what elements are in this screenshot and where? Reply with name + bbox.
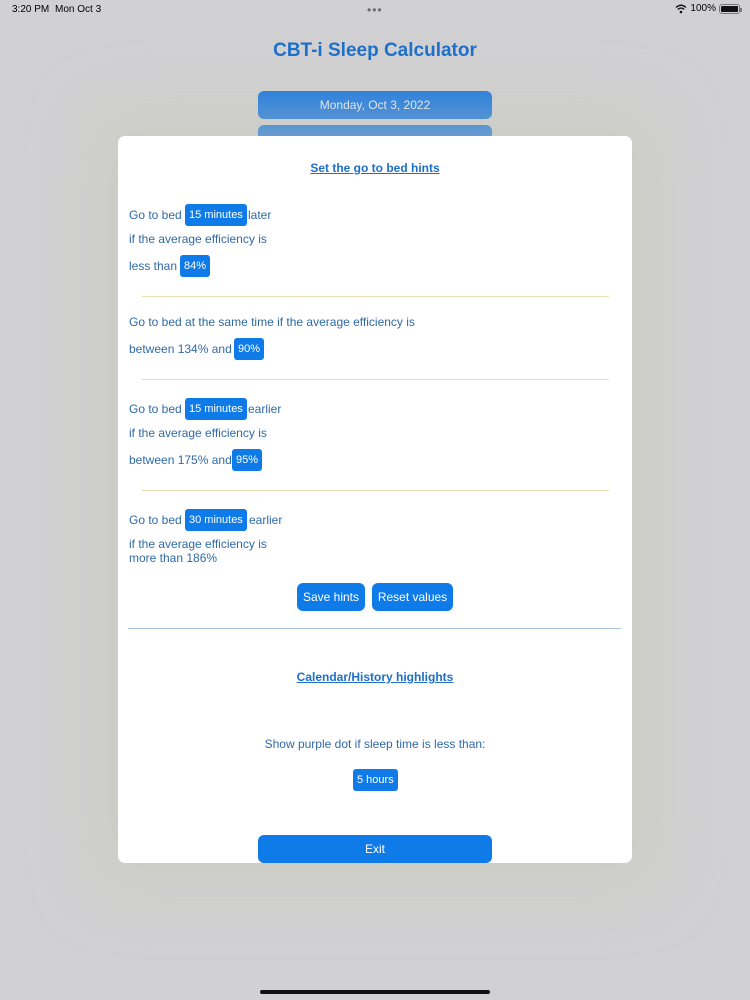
sleep-hours-field[interactable]: 5 hours: [353, 769, 398, 791]
exit-button[interactable]: Exit: [258, 835, 492, 863]
reset-values-button[interactable]: Reset values: [372, 583, 453, 611]
divider: [142, 379, 609, 380]
status-right: 100%: [675, 3, 742, 14]
rule4-suffix: earlier: [249, 513, 283, 527]
status-date: Mon Oct 3: [55, 4, 102, 15]
rule1-condition: if the average efficiency is: [129, 232, 267, 246]
rule1-minutes-field[interactable]: 15 minutes: [185, 204, 247, 226]
highlights-title[interactable]: Calendar/History highlights: [118, 670, 632, 684]
rule3-range-label: between 175% and: [129, 453, 232, 467]
rule2-text: Go to bed at the same time if the averag…: [129, 315, 415, 329]
app-title: CBT-i Sleep Calculator: [273, 40, 477, 61]
save-hints-button[interactable]: Save hints: [297, 583, 365, 611]
home-indicator[interactable]: [260, 990, 490, 994]
divider: [142, 490, 609, 491]
rule4-prefix: Go to bed: [129, 513, 182, 527]
wifi-icon: [675, 4, 687, 13]
hints-modal: Set the go to bed hints Go to bed 15 min…: [118, 136, 632, 863]
rule4-threshold: more than 186%: [129, 551, 218, 565]
rule1-threshold-label: less than: [129, 259, 178, 273]
section-divider: [128, 628, 621, 629]
rule2-percent-field[interactable]: 90%: [234, 338, 265, 360]
more-dots-icon[interactable]: •••: [367, 3, 383, 17]
date-button[interactable]: Monday, Oct 3, 2022: [258, 91, 492, 119]
battery-fill: [721, 5, 738, 12]
hints-title[interactable]: Set the go to bed hints: [118, 161, 632, 175]
rule3-minutes-field[interactable]: 15 minutes: [185, 398, 247, 420]
status-time: 3:20 PM: [12, 4, 50, 15]
status-bar: 3:20 PM Mon Oct 3 ••• 100%: [0, 0, 750, 20]
rule3-condition: if the average efficiency is: [129, 426, 267, 440]
rule4-condition: if the average efficiency is: [129, 537, 267, 551]
battery-icon: [719, 3, 742, 14]
rule2-range-label: between 134% and: [129, 342, 232, 356]
rule3-prefix: Go to bed: [129, 402, 182, 416]
rule1-prefix: Go to bed: [129, 208, 182, 222]
divider: [142, 296, 609, 297]
rule4-minutes-field[interactable]: 30 minutes: [185, 509, 247, 531]
rule3-percent-field[interactable]: 95%: [232, 449, 263, 471]
rule3-suffix: earlier: [248, 402, 282, 416]
rule1-suffix: later: [248, 208, 272, 222]
rule1-percent-field[interactable]: 84%: [180, 255, 211, 277]
purple-dot-label: Show purple dot if sleep time is less th…: [264, 737, 486, 751]
battery-percent: 100%: [690, 3, 716, 14]
